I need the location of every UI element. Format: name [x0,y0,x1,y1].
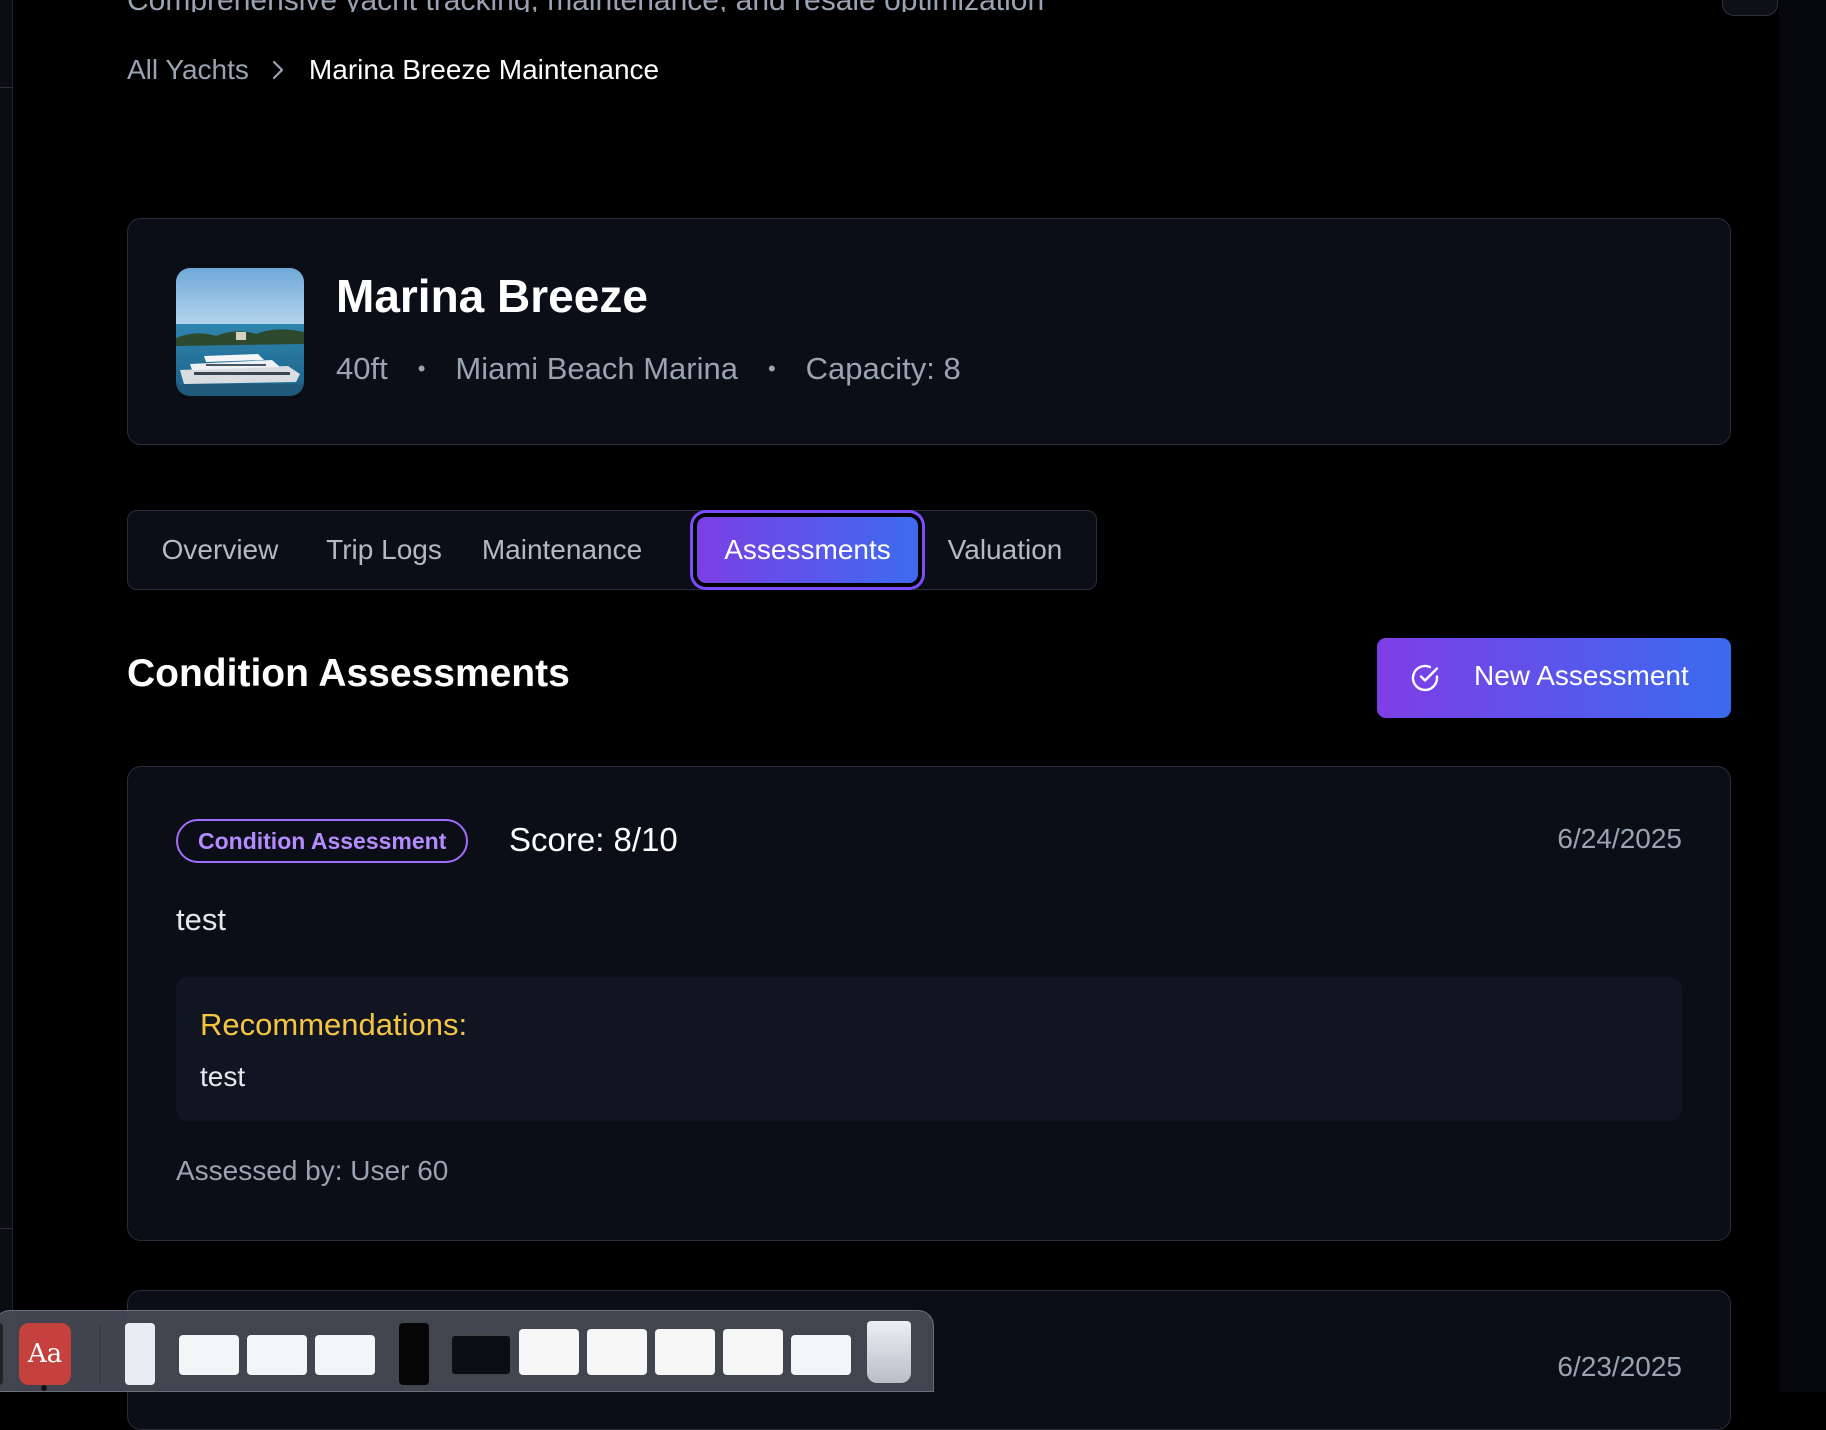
preview-document-icon[interactable] [587,1329,647,1375]
meta-separator: • [417,356,426,381]
document-window-icon[interactable] [125,1323,155,1385]
header-action-button[interactable] [1722,0,1778,16]
tab-trip-logs[interactable]: Trip Logs [308,511,460,588]
chrome-window-icon[interactable] [791,1335,851,1375]
assessed-by: Assessed by: User 60 [176,1155,449,1186]
finder-window-icon[interactable] [315,1335,375,1375]
yacht-meta: 40ft • Miami Beach Marina • Capacity: 8 [336,351,961,387]
breadcrumb-current: Marina Breeze Maintenance [308,54,660,85]
preview-document-icon[interactable] [723,1329,783,1375]
yacht-length: 40ft [336,351,388,386]
finder-window-icon[interactable] [179,1335,239,1375]
assessment-description: test [176,902,226,937]
tab-overview[interactable]: Overview [144,511,296,588]
chevron-right-icon [271,59,285,81]
recommendations-box: Recommendations: test [176,977,1682,1121]
new-assessment-button[interactable]: New Assessment [1377,638,1731,718]
tab-bar: Overview Trip Logs Maintenance Assessmen… [127,510,1097,590]
assessment-type-badge: Condition Assessment [176,819,469,863]
dictionary-app-icon[interactable]: Aa [19,1323,71,1385]
yacht-capacity: Capacity: 8 [805,351,961,386]
preview-document-icon[interactable] [519,1329,579,1375]
check-circle-icon [1409,662,1441,694]
yacht-summary-card: Marina Breeze 40ft • Miami Beach Marina … [127,218,1731,445]
assessment-score: Score: 8/10 [509,821,678,858]
assessment-date: 6/24/2025 [1557,823,1682,854]
recommendations-title: Recommendations: [200,1007,468,1042]
breadcrumb: All Yachts Marina Breeze Maintenance [127,52,659,88]
gutter-divider [0,0,13,88]
yacht-location: Miami Beach Marina [455,351,738,386]
running-indicator [41,1385,47,1391]
left-gutter [0,0,13,1392]
yacht-thumbnail [176,268,304,396]
app-icon[interactable] [0,1323,3,1385]
tab-assessments[interactable]: Assessments [697,517,918,583]
right-gutter [1779,0,1826,1392]
yacht-name: Marina Breeze [336,270,648,322]
dock-separator [99,1325,101,1383]
assessment-date: 6/23/2025 [1557,1351,1682,1382]
macos-dock: Aa [0,1310,934,1392]
tab-valuation[interactable]: Valuation [930,511,1080,588]
trash-icon[interactable] [867,1321,911,1383]
preview-document-icon[interactable] [655,1329,715,1375]
phone-screen-icon[interactable] [399,1323,429,1385]
section-title: Condition Assessments [127,652,570,695]
gutter-divider [0,1228,13,1229]
finder-window-icon[interactable] [247,1335,307,1375]
new-assessment-label: New Assessment [1474,660,1689,691]
meta-separator: • [767,356,776,381]
terminal-window-icon[interactable] [451,1335,511,1375]
page-subtitle: Comprehensive yacht tracking, maintenanc… [127,0,1327,12]
breadcrumb-all-yachts-link[interactable]: All Yachts [127,54,249,86]
recommendations-text: test [200,1061,246,1092]
tab-maintenance[interactable]: Maintenance [472,511,652,588]
assessment-card: Condition Assessment Score: 8/10 6/24/20… [127,766,1731,1241]
